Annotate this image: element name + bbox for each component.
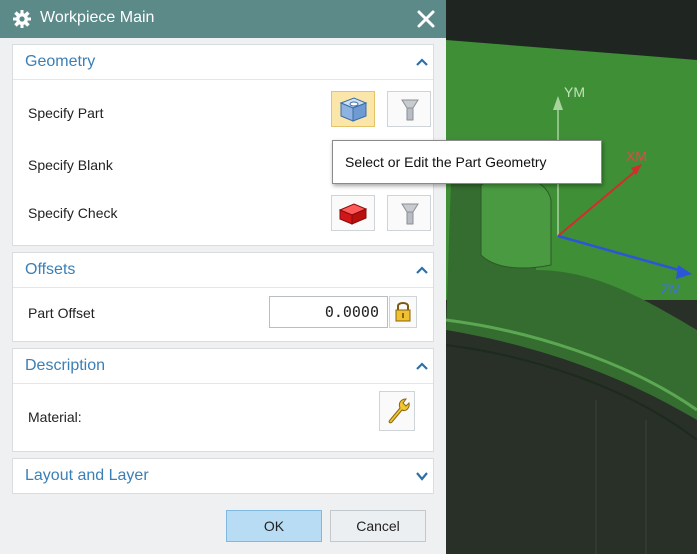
layout-layer-section: Layout and Layer: [12, 458, 434, 494]
ym-axis-label: YM: [564, 84, 585, 100]
description-header-label: Description: [25, 357, 106, 374]
xm-axis-label: XM: [626, 148, 647, 164]
layout-layer-header-label: Layout and Layer: [25, 467, 149, 484]
specify-part-label: Specify Part: [28, 105, 104, 121]
chevron-up-icon[interactable]: [415, 57, 429, 67]
gear-icon: [13, 10, 31, 28]
specify-check-label: Specify Check: [28, 205, 118, 221]
part-offset-input[interactable]: 0.0000: [269, 296, 388, 328]
ok-button[interactable]: OK: [226, 510, 322, 542]
divider: [13, 287, 433, 288]
offsets-header[interactable]: Offsets: [13, 253, 433, 287]
material-button[interactable]: [379, 391, 415, 431]
divider: [13, 383, 433, 384]
geometry-header[interactable]: Geometry: [13, 45, 433, 79]
specify-part-button[interactable]: [331, 91, 375, 127]
part-display-button[interactable]: [387, 91, 431, 127]
specify-check-button[interactable]: [331, 195, 375, 231]
chevron-up-icon[interactable]: [415, 361, 429, 371]
specify-blank-label: Specify Blank: [28, 157, 113, 173]
chevron-up-icon[interactable]: [415, 265, 429, 275]
check-display-button[interactable]: [387, 195, 431, 231]
wrench-icon: [388, 398, 410, 424]
flashlight-icon: [401, 203, 419, 225]
material-label: Material:: [28, 409, 82, 425]
dialog-titlebar[interactable]: Workpiece Main: [0, 0, 446, 38]
divider: [13, 79, 433, 80]
chevron-down-icon[interactable]: [415, 471, 429, 481]
zm-axis-label: ZM: [661, 281, 682, 297]
part-offset-label: Part Offset: [28, 305, 95, 321]
geometry-header-label: Geometry: [25, 53, 96, 70]
part-geometry-icon: [339, 97, 368, 122]
lock-button[interactable]: [389, 296, 417, 328]
description-header[interactable]: Description: [13, 349, 433, 383]
tooltip-text: Select or Edit the Part Geometry: [345, 154, 547, 170]
cancel-button[interactable]: Cancel: [330, 510, 426, 542]
graphics-viewport[interactable]: YM XM ZM: [446, 0, 697, 554]
part-offset-value: 0.0000: [324, 303, 379, 321]
description-section: Description Material:: [12, 348, 434, 452]
dialog-title: Workpiece Main: [40, 9, 155, 26]
layout-layer-header[interactable]: Layout and Layer: [13, 459, 433, 493]
lock-icon: [395, 302, 411, 322]
part-geometry-tooltip: Select or Edit the Part Geometry: [332, 140, 602, 184]
workpiece-dialog: Workpiece Main Geometry Specify Part Spe…: [0, 0, 602, 554]
check-geometry-icon: [338, 203, 368, 225]
offsets-header-label: Offsets: [25, 261, 76, 278]
close-icon[interactable]: [415, 6, 437, 30]
flashlight-icon: [401, 99, 419, 121]
